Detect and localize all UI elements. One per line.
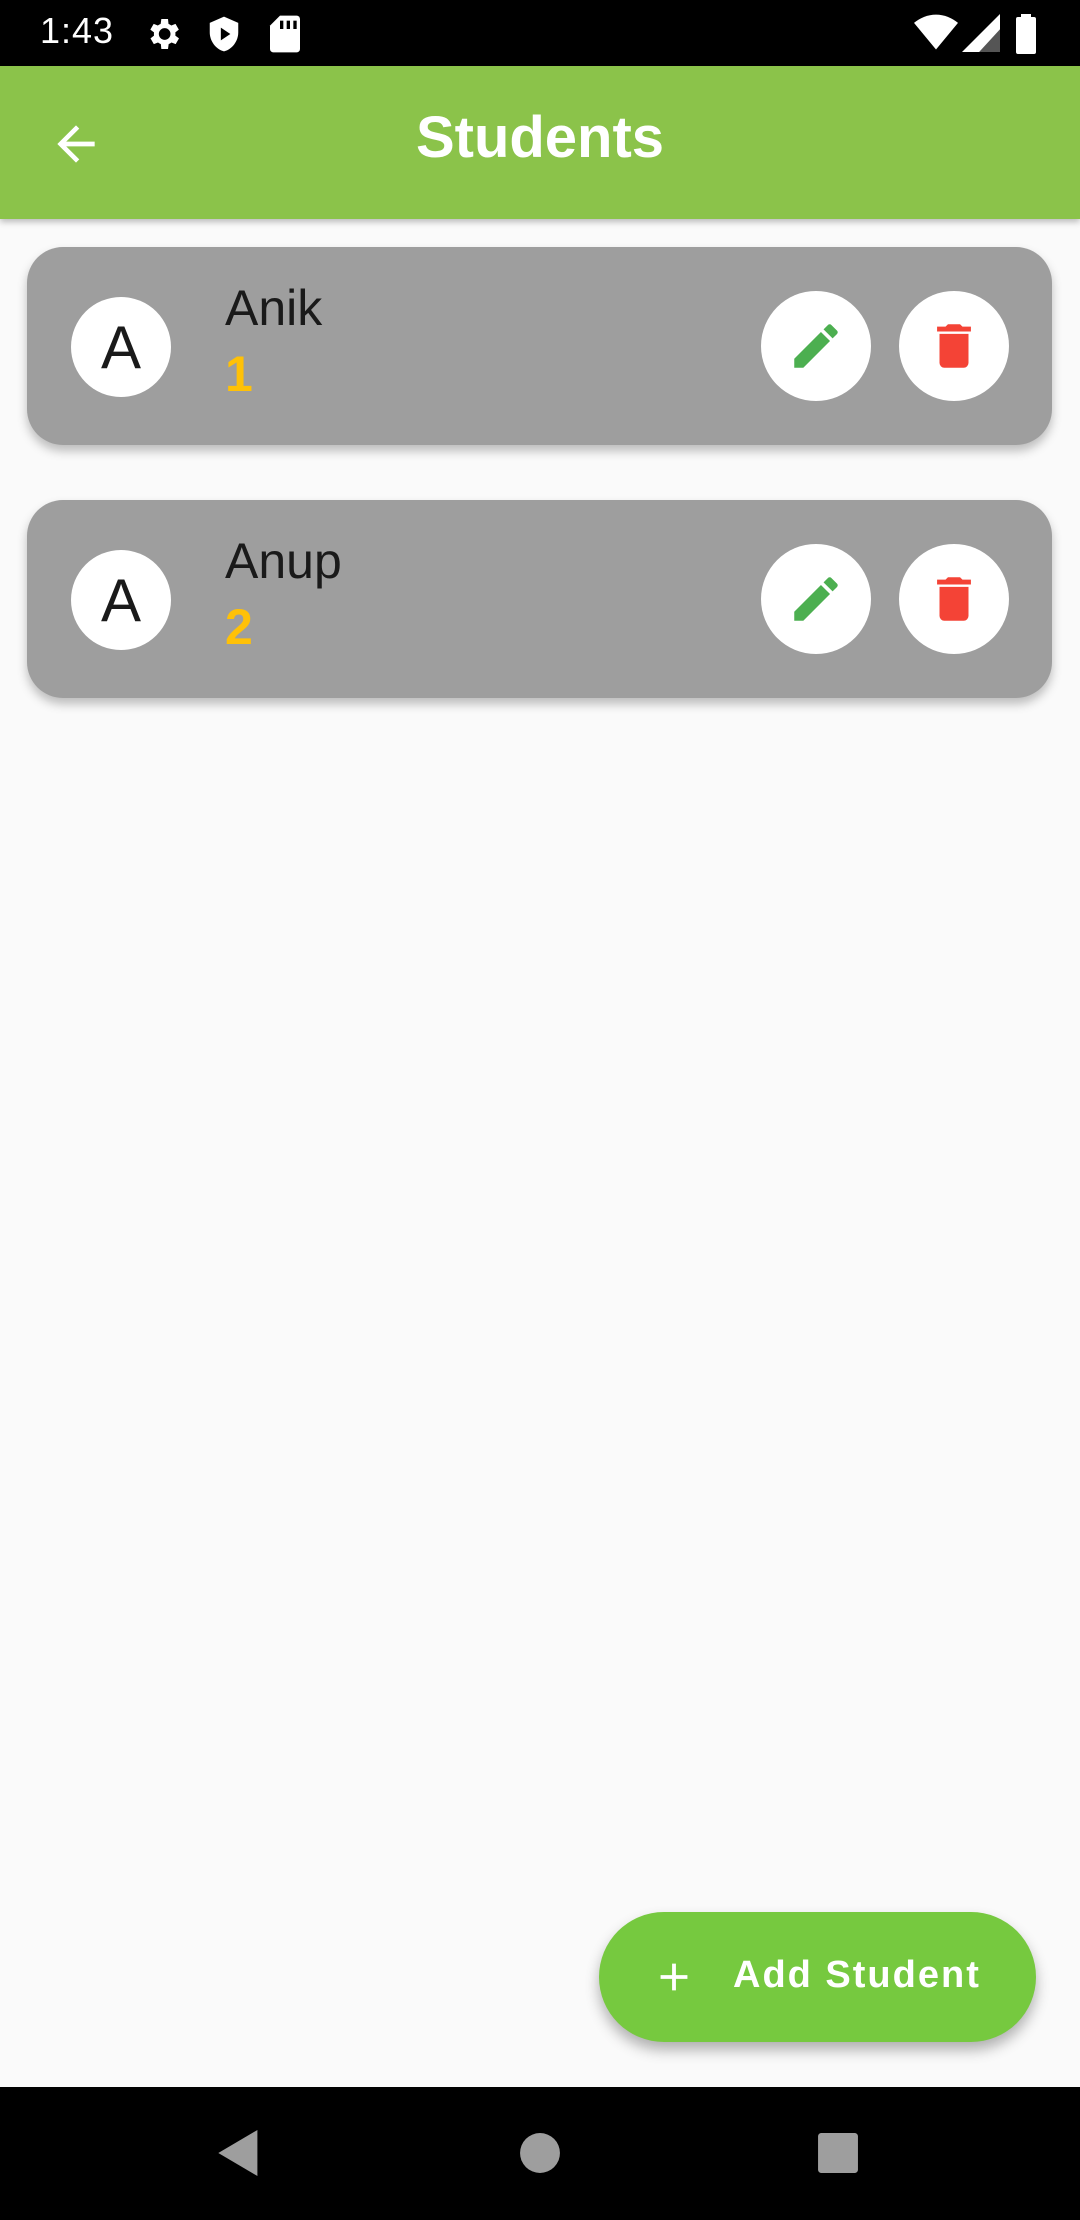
edit-button[interactable] (761, 291, 871, 401)
status-time: 1:43 (40, 10, 115, 51)
delete-button[interactable] (899, 291, 1009, 401)
pencil-icon (794, 324, 838, 368)
add-student-button[interactable]: Add Student (599, 1912, 1036, 2042)
gear-icon (150, 19, 179, 49)
sd-card-icon (270, 15, 300, 53)
trash-icon (937, 577, 971, 621)
app-bar: Students (0, 66, 1080, 219)
avatar: A (71, 297, 171, 397)
add-student-label: Add Student (733, 1954, 981, 1996)
shield-play-icon (209, 16, 239, 52)
trash-icon (937, 324, 971, 368)
student-roll: 2 (225, 599, 253, 655)
page-title: Students (415, 105, 665, 170)
plus-icon (660, 1963, 688, 1991)
delete-button[interactable] (899, 544, 1009, 654)
student-roll: 1 (225, 346, 253, 402)
student-name: Anup (225, 533, 342, 589)
status-bar: 1:43 (0, 0, 1080, 66)
student-card[interactable]: A Anup 2 (27, 500, 1052, 698)
wifi-icon (914, 14, 958, 50)
edit-button[interactable] (761, 544, 871, 654)
student-name: Anik (225, 280, 323, 336)
avatar: A (71, 550, 171, 650)
home-circle-icon[interactable] (519, 2127, 561, 2179)
navigation-bar (0, 2087, 1080, 2220)
pencil-icon (794, 577, 838, 621)
signal-icon (962, 14, 1000, 52)
back-triangle-icon[interactable] (216, 2127, 262, 2179)
recents-square-icon[interactable] (817, 2127, 859, 2179)
student-card[interactable]: A Anik 1 (27, 247, 1052, 445)
battery-icon (1016, 14, 1036, 54)
